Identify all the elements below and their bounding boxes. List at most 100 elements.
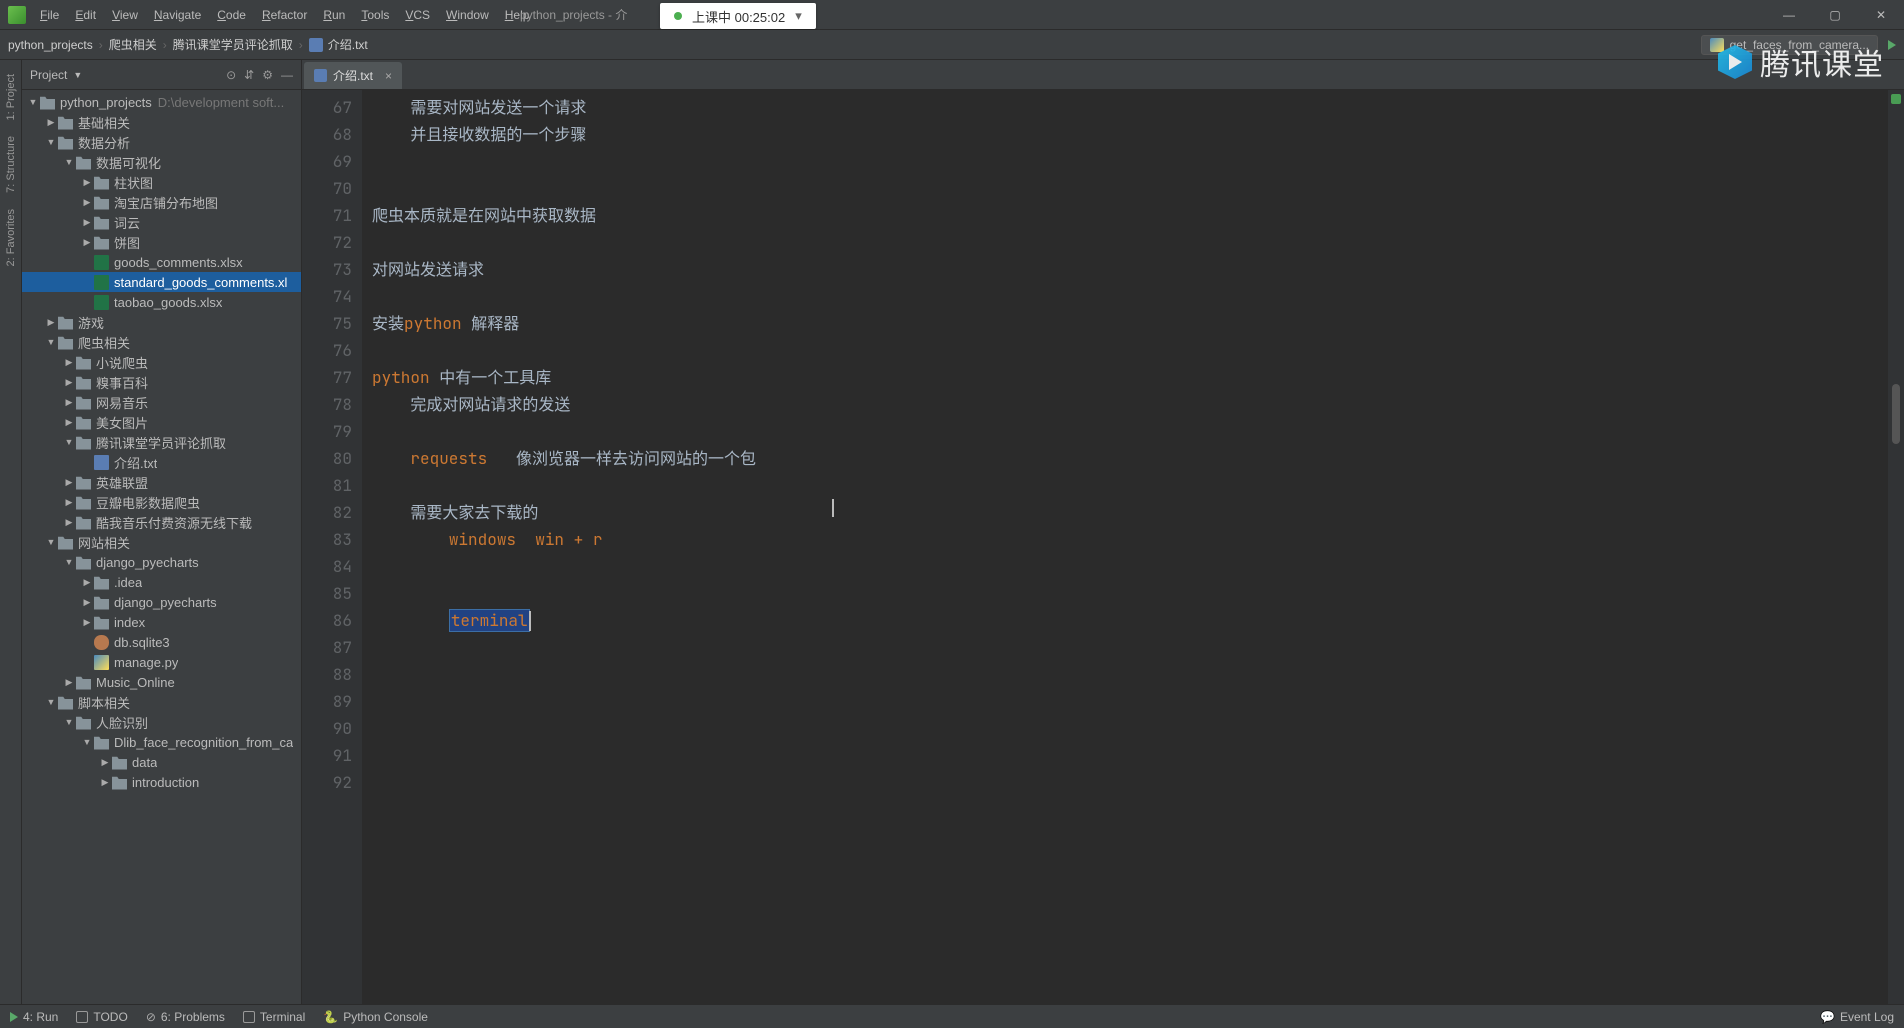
tree-node[interactable]: ▼脚本相关 — [22, 692, 301, 712]
tree-node[interactable]: ▶饼图 — [22, 232, 301, 252]
breadcrumb-item[interactable]: python_projects — [8, 38, 93, 52]
hide-panel-icon[interactable]: — — [281, 68, 293, 82]
tree-node[interactable]: db.sqlite3 — [22, 632, 301, 652]
tree-node[interactable]: ▶柱状图 — [22, 172, 301, 192]
tree-node[interactable]: ▶Music_Online — [22, 672, 301, 692]
run-button-icon[interactable] — [1888, 40, 1896, 50]
menu-tools[interactable]: Tools — [353, 4, 397, 26]
tree-node[interactable]: ▼数据可视化 — [22, 152, 301, 172]
menu-edit[interactable]: Edit — [67, 4, 104, 26]
tree-node[interactable]: goods_comments.xlsx — [22, 252, 301, 272]
tree-node[interactable]: ▼数据分析 — [22, 132, 301, 152]
problems-tool-button[interactable]: ⊘6: Problems — [146, 1010, 225, 1024]
tree-node[interactable]: ▶糗事百科 — [22, 372, 301, 392]
chevron-right-icon[interactable]: ▶ — [82, 577, 92, 588]
chevron-down-icon[interactable]: ▼ — [46, 337, 56, 347]
chevron-right-icon[interactable]: ▶ — [64, 497, 74, 508]
chevron-down-icon[interactable]: ▼ — [82, 737, 92, 747]
tree-node[interactable]: ▶词云 — [22, 212, 301, 232]
scrollbar-thumb[interactable] — [1892, 384, 1900, 444]
project-tree[interactable]: ▼python_projectsD:\development soft...▶基… — [22, 90, 301, 1004]
tree-node[interactable]: 介绍.txt — [22, 452, 301, 472]
locate-icon[interactable]: ⊙ — [226, 68, 236, 82]
chevron-down-icon[interactable]: ▼ — [73, 70, 82, 80]
tree-node[interactable]: ▶酷我音乐付费资源无线下载 — [22, 512, 301, 532]
chevron-right-icon[interactable]: ▶ — [64, 397, 74, 408]
tree-node[interactable]: ▶小说爬虫 — [22, 352, 301, 372]
class-timer[interactable]: 上课中 00:25:02 ▾ — [660, 3, 816, 29]
tree-node[interactable]: ▶美女图片 — [22, 412, 301, 432]
close-tab-icon[interactable]: × — [385, 69, 392, 83]
menu-refactor[interactable]: Refactor — [254, 4, 315, 26]
tree-node[interactable]: standard_goods_comments.xl — [22, 272, 301, 292]
tree-node[interactable]: ▼Dlib_face_recognition_from_ca — [22, 732, 301, 752]
chevron-down-icon[interactable]: ▼ — [64, 557, 74, 567]
text-editor[interactable]: 6768697071727374757677787980818283848586… — [302, 90, 1904, 1004]
chevron-right-icon[interactable]: ▶ — [64, 417, 74, 428]
structure-tool-tab[interactable]: 7: Structure — [3, 128, 19, 201]
tree-node[interactable]: manage.py — [22, 652, 301, 672]
chevron-right-icon[interactable]: ▶ — [82, 237, 92, 248]
menu-vcs[interactable]: VCS — [397, 4, 438, 26]
tree-node[interactable]: ▶introduction — [22, 772, 301, 792]
breadcrumb-item[interactable]: 腾讯课堂学员评论抓取 — [173, 36, 293, 53]
breadcrumb-item[interactable]: 爬虫相关 — [109, 36, 157, 53]
chevron-down-icon[interactable]: ▼ — [28, 97, 38, 107]
chevron-right-icon[interactable]: ▶ — [46, 317, 56, 328]
tree-node[interactable]: ▼人脸识别 — [22, 712, 301, 732]
tree-node[interactable]: ▼django_pyecharts — [22, 552, 301, 572]
event-log-button[interactable]: 💬Event Log — [1820, 1010, 1894, 1024]
tree-node[interactable]: ▼python_projectsD:\development soft... — [22, 92, 301, 112]
chevron-right-icon[interactable]: ▶ — [82, 597, 92, 608]
code-content[interactable]: 需要对网站发送一个请求 并且接收数据的一个步骤 爬虫本质就是在网站中获取数据 对… — [362, 90, 1888, 1004]
settings-icon[interactable]: ⚙ — [262, 68, 273, 82]
chevron-right-icon[interactable]: ▶ — [64, 677, 74, 688]
menu-code[interactable]: Code — [209, 4, 254, 26]
tree-node[interactable]: ▶django_pyecharts — [22, 592, 301, 612]
maximize-button[interactable]: ▢ — [1812, 0, 1858, 30]
tree-node[interactable]: ▶index — [22, 612, 301, 632]
chevron-right-icon[interactable]: ▶ — [82, 617, 92, 628]
chevron-right-icon[interactable]: ▶ — [100, 757, 110, 768]
chevron-down-icon[interactable]: ▼ — [46, 137, 56, 147]
chevron-right-icon[interactable]: ▶ — [82, 217, 92, 228]
tree-node[interactable]: ▶网易音乐 — [22, 392, 301, 412]
chevron-right-icon[interactable]: ▶ — [64, 477, 74, 488]
tree-node[interactable]: ▼网站相关 — [22, 532, 301, 552]
tree-node[interactable]: ▶游戏 — [22, 312, 301, 332]
chevron-down-icon[interactable]: ▼ — [64, 157, 74, 167]
tree-node[interactable]: ▶豆瓣电影数据爬虫 — [22, 492, 301, 512]
chevron-right-icon[interactable]: ▶ — [46, 117, 56, 128]
chevron-right-icon[interactable]: ▶ — [82, 177, 92, 188]
chevron-right-icon[interactable]: ▶ — [64, 377, 74, 388]
project-tool-tab[interactable]: 1: Project — [3, 66, 19, 128]
chevron-right-icon[interactable]: ▶ — [64, 357, 74, 368]
tree-node[interactable]: ▶.idea — [22, 572, 301, 592]
chevron-down-icon[interactable]: ▼ — [64, 717, 74, 727]
todo-tool-button[interactable]: TODO — [76, 1010, 127, 1024]
terminal-tool-button[interactable]: Terminal — [243, 1010, 305, 1024]
menu-view[interactable]: View — [104, 4, 146, 26]
tree-node[interactable]: ▼爬虫相关 — [22, 332, 301, 352]
minimize-button[interactable]: — — [1766, 0, 1812, 30]
chevron-right-icon[interactable]: ▶ — [82, 197, 92, 208]
run-tool-button[interactable]: 4: Run — [10, 1010, 58, 1024]
tree-node[interactable]: ▶data — [22, 752, 301, 772]
chevron-down-icon[interactable]: ▼ — [46, 697, 56, 707]
chevron-right-icon[interactable]: ▶ — [64, 517, 74, 528]
chevron-right-icon[interactable]: ▶ — [100, 777, 110, 788]
menu-file[interactable]: File — [32, 4, 67, 26]
menu-navigate[interactable]: Navigate — [146, 4, 209, 26]
menu-run[interactable]: Run — [315, 4, 353, 26]
close-button[interactable]: ✕ — [1858, 0, 1904, 30]
tree-node[interactable]: ▶英雄联盟 — [22, 472, 301, 492]
tree-node[interactable]: taobao_goods.xlsx — [22, 292, 301, 312]
tree-node[interactable]: ▶淘宝店铺分布地图 — [22, 192, 301, 212]
tree-node[interactable]: ▶基础相关 — [22, 112, 301, 132]
collapse-icon[interactable]: ⇵ — [244, 68, 254, 82]
favorites-tool-tab[interactable]: 2: Favorites — [3, 201, 19, 274]
tree-node[interactable]: ▼腾讯课堂学员评论抓取 — [22, 432, 301, 452]
python-console-tool-button[interactable]: 🐍Python Console — [323, 1010, 428, 1024]
breadcrumb-item[interactable]: 介绍.txt — [328, 36, 368, 53]
chevron-down-icon[interactable]: ▼ — [64, 437, 74, 447]
